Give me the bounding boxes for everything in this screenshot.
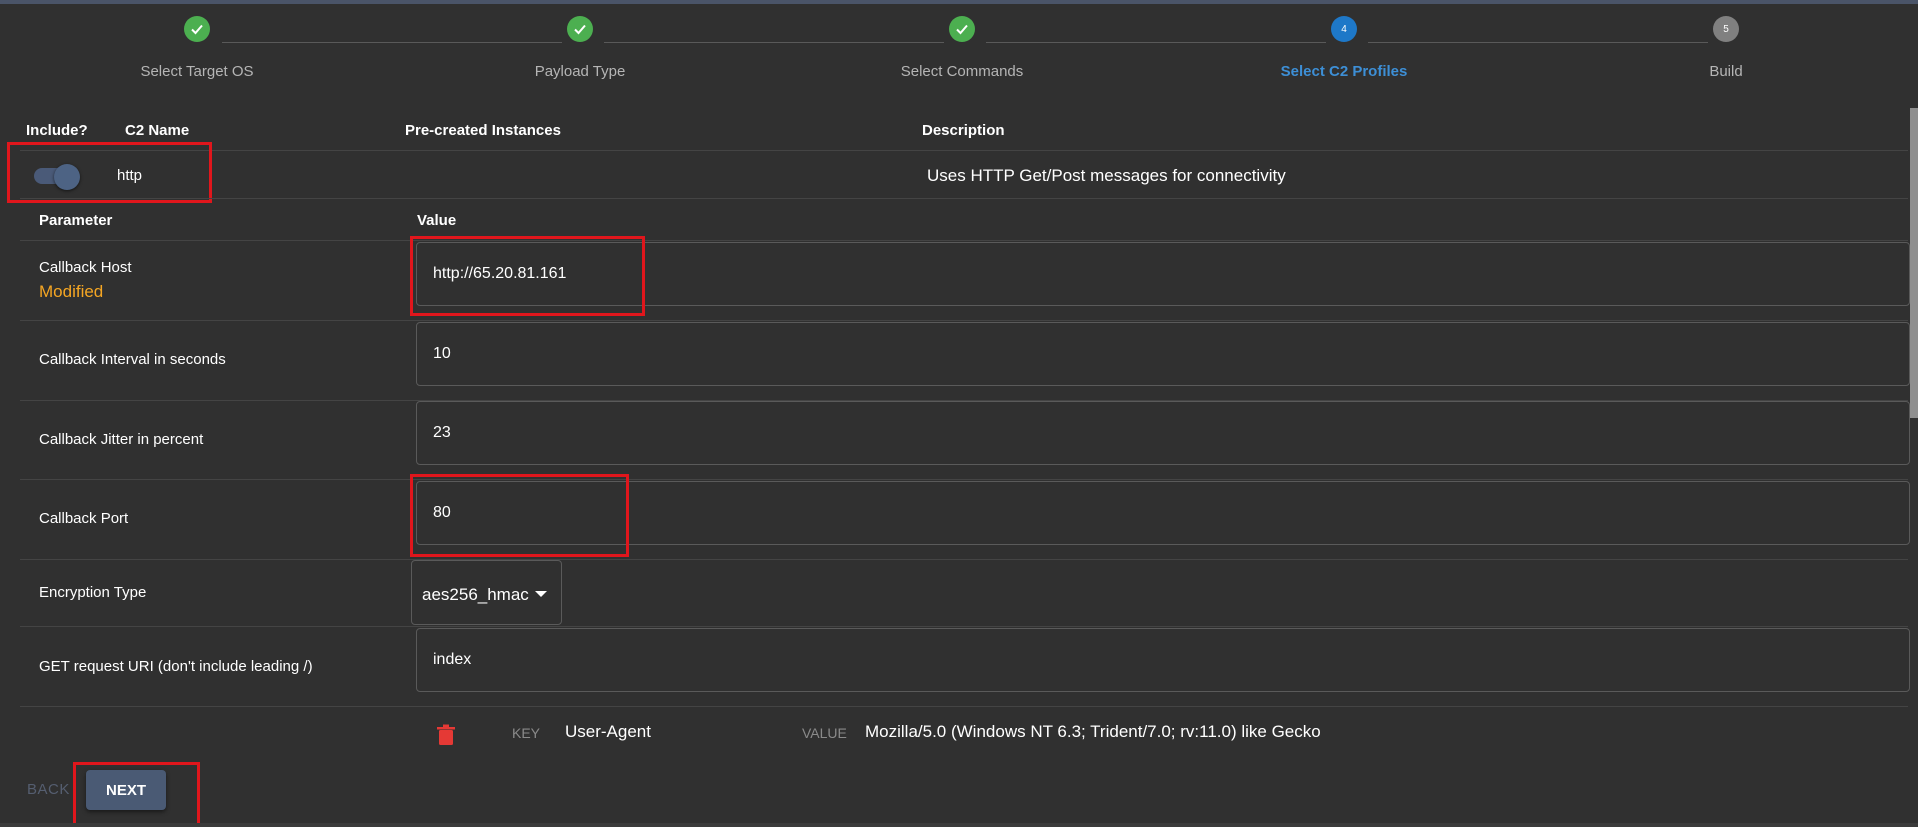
highlight-box — [7, 142, 212, 203]
caret-down-icon — [535, 591, 547, 597]
step-select-c2-profiles[interactable]: 4 Select C2 Profiles — [1194, 12, 1494, 80]
encryption-type-label: Encryption Type — [39, 584, 147, 601]
step-label: Select C2 Profiles — [1280, 63, 1408, 80]
get-uri-label: GET request URI (don't include leading /… — [39, 658, 313, 675]
callback-jitter-input[interactable]: 23 — [416, 401, 1910, 465]
divider — [20, 559, 1908, 560]
top-accent-bar — [0, 0, 1918, 4]
callback-interval-input[interactable]: 10 — [416, 322, 1910, 386]
callback-jitter-label: Callback Jitter in percent — [39, 431, 204, 448]
highlight-box — [73, 762, 200, 826]
key-label: KEY — [512, 725, 541, 741]
check-icon — [567, 16, 593, 42]
highlight-box — [410, 474, 629, 557]
divider — [20, 626, 1908, 627]
divider — [20, 706, 1908, 707]
header-value-input[interactable]: Mozilla/5.0 (Windows NT 6.3; Trident/7.0… — [865, 722, 1321, 742]
step-payload-type[interactable]: Payload Type — [430, 12, 730, 80]
c2-profile-description: Uses HTTP Get/Post messages for connecti… — [927, 166, 1286, 185]
divider — [20, 240, 1908, 241]
bottom-bar — [0, 823, 1918, 827]
callback-port-label: Callback Port — [39, 510, 129, 527]
scrollbar[interactable] — [1910, 108, 1918, 418]
step-number-badge: 4 — [1331, 16, 1357, 42]
callback-jitter-value: 23 — [433, 424, 451, 441]
back-button[interactable]: BACK — [27, 781, 70, 798]
header-include: Include? — [26, 122, 88, 139]
divider — [20, 198, 1908, 199]
header-key-input[interactable]: User-Agent — [565, 722, 651, 742]
step-build[interactable]: 5 Build — [1576, 12, 1876, 80]
step-label: Select Target OS — [140, 63, 254, 80]
encryption-type-value: aes256_hmac — [422, 585, 529, 604]
header-instances: Pre-created Instances — [405, 122, 561, 139]
step-select-target-os[interactable]: Select Target OS — [47, 12, 347, 80]
check-icon — [949, 16, 975, 42]
divider — [20, 479, 1908, 480]
value-label: VALUE — [802, 725, 847, 741]
encryption-type-select[interactable]: aes256_hmac — [411, 560, 562, 625]
check-icon — [184, 16, 210, 42]
callback-host-label: Callback Host — [39, 259, 132, 276]
modified-badge: Modified — [39, 282, 104, 301]
get-uri-input[interactable]: index — [416, 628, 1910, 692]
divider — [20, 150, 1908, 151]
value-header: Value — [417, 212, 457, 229]
callback-interval-value: 10 — [433, 345, 451, 362]
callback-interval-label: Callback Interval in seconds — [39, 351, 226, 368]
divider — [20, 320, 1908, 321]
highlight-box — [410, 236, 645, 316]
get-uri-value: index — [433, 651, 472, 668]
step-select-commands[interactable]: Select Commands — [812, 12, 1112, 80]
param-header: Parameter — [39, 212, 113, 229]
step-label: Select Commands — [900, 63, 1024, 80]
step-label: Payload Type — [534, 63, 626, 80]
trash-icon[interactable] — [436, 724, 456, 746]
stepper: Select Target OS Payload Type Select Com… — [0, 12, 1918, 92]
callback-port-input[interactable]: 80 — [416, 481, 1910, 545]
header-c2-name: C2 Name — [125, 122, 190, 139]
header-description: Description — [922, 122, 1005, 139]
step-number-badge: 5 — [1713, 16, 1739, 42]
step-label: Build — [1709, 63, 1743, 80]
